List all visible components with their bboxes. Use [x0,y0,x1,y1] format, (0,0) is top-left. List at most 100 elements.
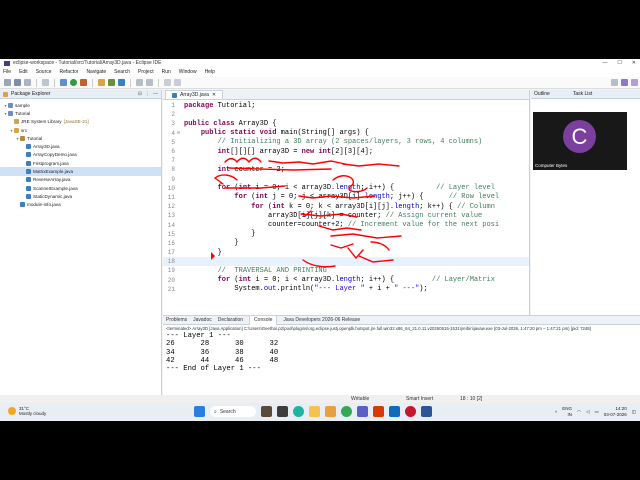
menu-navigate[interactable]: Navigate [86,69,106,75]
java-icon [20,202,25,208]
forward-icon[interactable] [174,79,181,86]
code-area[interactable]: 1 package Tutorial; 2 3 public class Array3D… [163,101,529,294]
search-icon[interactable] [146,79,153,86]
code-line: 8 int counter = 2; [163,165,529,174]
java-icon [26,169,31,175]
collapse-all-icon[interactable]: ⊟ [138,91,142,97]
code-text: for (int i = 0; i < array3D.length; i++)… [217,184,495,193]
tree-item[interactable]: StaticDynamic.java [0,192,161,200]
menu-search[interactable]: Search [114,69,130,75]
tree-item[interactable]: ▾ Tutorial [0,134,161,142]
tree-item-decoration: [JavaSE-21] [63,119,89,125]
notification-icon[interactable]: ◫ [632,409,636,415]
tab-declaration[interactable]: Declaration [218,317,243,323]
weather-widget[interactable]: 31°C Mostly cloudy [8,406,46,416]
app-thumbnail-icon[interactable] [261,406,272,417]
tab-task-list[interactable]: Task List [573,91,592,97]
quick-search-icon[interactable] [611,79,618,86]
save-icon[interactable] [14,79,21,86]
menu-project[interactable]: Project [138,69,154,75]
back-icon[interactable] [164,79,171,86]
external-tools-icon[interactable] [80,79,87,86]
tree-item[interactable]: ScannerExample.java [0,184,161,192]
editor-tab-array3d[interactable]: Array3D.java ✕ [165,90,224,99]
tab-problems[interactable]: Problems [166,317,187,323]
edge-icon[interactable] [293,406,304,417]
maximize-button[interactable]: ☐ [617,60,621,66]
open-type-icon[interactable] [136,79,143,86]
minimize-button[interactable]: — [602,60,607,66]
tab-javadoc[interactable]: Javadoc [193,317,212,323]
console-line: --- Layer 1 --- [166,332,231,340]
tray-chevron-icon[interactable]: ^ [555,410,557,415]
new-package-icon[interactable] [108,79,115,86]
code-text: package Tutorial; [184,101,256,110]
word-icon[interactable] [421,406,432,417]
view-menu-icon[interactable]: ⋮ [145,91,150,97]
menu-source[interactable]: Source [36,69,52,75]
tree-item[interactable]: JRE System Library [JavaSE-21] [0,118,161,126]
close-tab-icon[interactable]: ✕ [212,92,216,98]
code-line: 10 for (int i = 0; i < array3D.length; i… [163,184,529,193]
clock-date: 03-07-2026 [603,412,627,417]
tree-item[interactable]: Array3D.java [0,142,161,150]
menu-edit[interactable]: Edit [19,69,28,75]
new-icon[interactable] [4,79,11,86]
save-all-icon[interactable] [24,79,31,86]
print-icon[interactable] [42,79,49,86]
store-icon[interactable] [325,406,336,417]
console-output[interactable]: --- Layer 1 --- 26 28 30 32 34 36 38 40 42 … [163,332,640,373]
tree-item[interactable]: ArrayCopyDemo.java [0,151,161,159]
code-line: 16 } [163,239,529,248]
file-explorer-icon[interactable] [309,406,320,417]
debug-perspective-icon[interactable] [631,79,638,86]
new-java-project-icon[interactable] [98,79,105,86]
tab-java-developers-2026-06-release[interactable]: Java Developers 2026-06 Release [283,317,360,323]
menu-run[interactable]: Run [162,69,171,75]
menu-refactor[interactable]: Refactor [60,69,79,75]
tree-item[interactable]: ▾ sample [0,101,161,109]
line-number: 18 [167,258,175,266]
menu-help[interactable]: Help [205,69,215,75]
tree-item[interactable]: MatrixExample.java [0,167,161,176]
battery-icon[interactable]: ▭ [594,409,598,415]
recorder-icon[interactable] [405,406,416,417]
run-icon[interactable] [70,79,77,86]
wifi-icon[interactable]: ◠ [577,409,581,415]
line-number: 14 [167,221,175,229]
menu-file[interactable]: File [3,69,11,75]
package-explorer-tab[interactable]: Package Explorer ⊟ ⋮ — [0,90,161,99]
taskbar-search[interactable]: ⌕ Search [210,406,256,417]
debug-icon[interactable] [60,79,67,86]
code-line: 7 [163,156,529,165]
tree-item[interactable]: ▾ src [0,126,161,134]
outlook-icon[interactable] [389,406,400,417]
editor-tab-bar: Array3D.java ✕ [163,90,529,100]
task-view-icon[interactable] [277,406,288,417]
volume-icon[interactable]: ◁ [586,409,589,415]
tab-console[interactable]: Console [249,315,278,325]
code-line: 9 [163,175,529,184]
tree-item[interactable]: ReverseArray.java [0,176,161,184]
menu-window[interactable]: Window [179,69,197,75]
close-button[interactable]: ✕ [632,60,636,66]
start-icon[interactable] [194,406,205,417]
tree-item[interactable]: ▾ Tutorial [0,109,161,117]
clock[interactable]: 14:20 03-07-2026 [604,406,627,418]
minimize-view-icon[interactable]: — [153,91,158,97]
tab-outline[interactable]: Outline [534,91,550,97]
windows-taskbar: 31°C Mostly cloudy ⌕ Search ^ ENG IN ◠ ◁… [0,403,640,421]
office-icon[interactable] [373,406,384,417]
tree-item[interactable]: module-info.java [0,201,161,209]
tree-item-label: ArrayCopyDemo.java [33,152,77,158]
java-editor: Array3D.java ✕ 1 package Tutorial; 2 3 publi… [163,90,530,330]
teams-icon[interactable] [357,406,368,417]
chrome-icon[interactable] [341,406,352,417]
code-text: // Initializing a 3D array (2 spaces/lay… [217,138,483,147]
new-class-icon[interactable] [118,79,125,86]
java-perspective-icon[interactable] [621,79,628,86]
window-title: eclipse-workspace - Tutorial/src/Tutoria… [13,60,162,66]
line-number: 9 [171,175,175,183]
tree-item[interactable]: Firstprogram.java [0,159,161,167]
code-text: counter=counter+2; // Increment value fo… [184,221,500,230]
